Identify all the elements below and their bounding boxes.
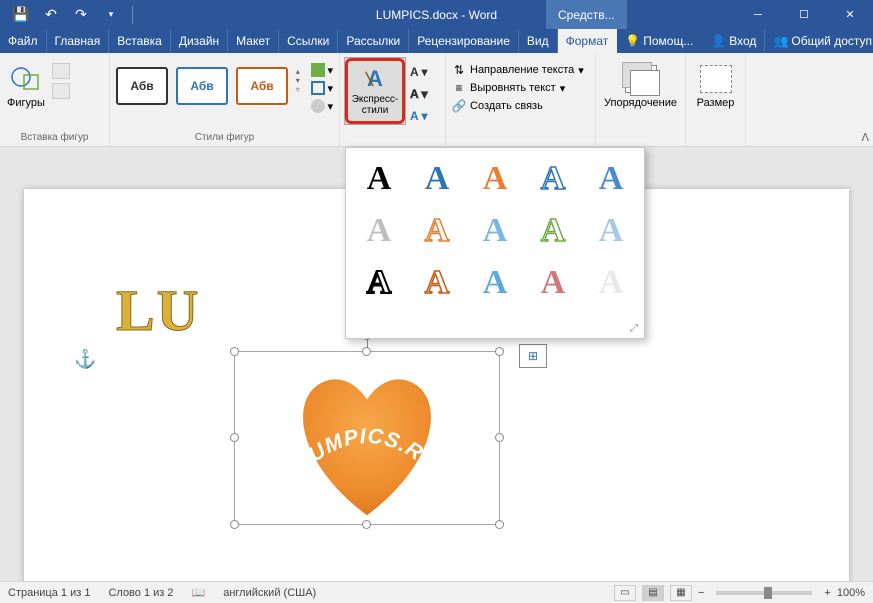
view-print-button[interactable]: ▤ bbox=[642, 585, 664, 601]
group-label-insert: Вставка фигур bbox=[0, 130, 109, 146]
shapes-button[interactable]: Фигуры bbox=[6, 57, 46, 117]
maximize-button[interactable]: ☐ bbox=[781, 0, 827, 29]
text-box-button[interactable] bbox=[52, 83, 70, 99]
style-preset-3[interactable]: Абв bbox=[236, 67, 288, 105]
tab-review[interactable]: Рецензирование bbox=[409, 29, 519, 53]
tab-home[interactable]: Главная bbox=[47, 29, 110, 53]
undo-button[interactable]: ↶ bbox=[38, 3, 64, 27]
wordart-style-13[interactable]: A bbox=[476, 264, 514, 302]
zoom-slider[interactable] bbox=[716, 591, 812, 595]
wordart-style-3[interactable]: A bbox=[476, 160, 514, 198]
text-outline-button[interactable]: A ▾ bbox=[410, 85, 432, 103]
wordart-text-partial: LU bbox=[116, 277, 201, 344]
contextual-tools-label: Средств... bbox=[546, 0, 627, 29]
status-proofing-icon[interactable]: 📖 bbox=[192, 586, 206, 599]
shape-fill-button[interactable]: ▾ bbox=[311, 63, 333, 77]
status-words[interactable]: Слово 1 из 2 bbox=[108, 587, 173, 599]
resize-handle-mr[interactable] bbox=[495, 433, 504, 442]
text-fill-button[interactable]: A ▾ bbox=[410, 63, 432, 81]
layout-options-button[interactable]: ⊞ bbox=[519, 344, 547, 368]
wordart-style-7[interactable]: A bbox=[418, 212, 456, 250]
share-button[interactable]: 👥Общий доступ bbox=[765, 29, 873, 53]
wordart-quick-styles-button[interactable]: A╲ Экспресс- стили bbox=[344, 57, 406, 125]
ribbon: Фигуры Вставка фигур Абв Абв Абв ▴▾▿ ▾ ▾… bbox=[0, 53, 873, 147]
save-button[interactable]: 💾 bbox=[8, 3, 34, 27]
zoom-level[interactable]: 100% bbox=[837, 587, 865, 599]
create-link-button[interactable]: 🔗Создать связь bbox=[452, 99, 584, 113]
redo-button[interactable]: ↷ bbox=[68, 3, 94, 27]
shape-effects-button[interactable]: ▾ bbox=[311, 99, 333, 113]
collapse-ribbon-button[interactable]: ᐱ bbox=[861, 131, 869, 144]
tab-help[interactable]: 💡Помощ... bbox=[617, 29, 701, 53]
wordart-style-9[interactable]: A bbox=[534, 212, 572, 250]
wordart-style-15[interactable]: A bbox=[592, 264, 630, 302]
style-preset-2[interactable]: Абв bbox=[176, 67, 228, 105]
group-wordart-styles: A╲ Экспресс- стили A ▾ A ▾ A ▾ bbox=[340, 53, 446, 146]
close-button[interactable]: ✕ bbox=[827, 0, 873, 29]
resize-handle-tr[interactable] bbox=[495, 347, 504, 356]
group-arrange: Упорядочение bbox=[596, 53, 686, 146]
wordart-style-12[interactable]: A bbox=[418, 264, 456, 302]
size-button[interactable]: Размер bbox=[692, 57, 739, 117]
group-label-styles: Стили фигур bbox=[110, 130, 339, 146]
text-direction-button[interactable]: ⇅Направление текста ▾ bbox=[452, 63, 584, 77]
wordart-style-5[interactable]: A bbox=[592, 160, 630, 198]
resize-handle-tm[interactable] bbox=[362, 347, 371, 356]
heart-shape[interactable]: LUMPICS.RU bbox=[264, 361, 470, 525]
group-insert-shapes: Фигуры Вставка фигур bbox=[0, 53, 110, 146]
group-shape-styles: Абв Абв Абв ▴▾▿ ▾ ▾ ▾ Стили фигур bbox=[110, 53, 340, 146]
wordart-styles-dropdown: A A A A A A A A A A A A A A A ⤢ bbox=[345, 147, 645, 339]
size-icon bbox=[700, 65, 732, 93]
resize-handle-tl[interactable] bbox=[230, 347, 239, 356]
shape-outline-button[interactable]: ▾ bbox=[311, 81, 333, 95]
wordart-style-6[interactable]: A bbox=[360, 212, 398, 250]
gallery-more-button[interactable]: ▴▾▿ bbox=[292, 67, 303, 94]
resize-handle-bl[interactable] bbox=[230, 520, 239, 529]
wordart-style-4[interactable]: A bbox=[534, 160, 572, 198]
tab-design[interactable]: Дизайн bbox=[171, 29, 228, 53]
tab-format[interactable]: Формат bbox=[558, 29, 618, 53]
wordart-style-11[interactable]: A bbox=[360, 264, 398, 302]
group-text: ⇅Направление текста ▾ ≡Выровнять текст ▾… bbox=[446, 53, 596, 146]
wordart-style-8[interactable]: A bbox=[476, 212, 514, 250]
wordart-style-2[interactable]: A bbox=[418, 160, 456, 198]
style-preset-1[interactable]: Абв bbox=[116, 67, 168, 105]
edit-shape-button[interactable] bbox=[52, 63, 70, 79]
wordart-style-14[interactable]: A bbox=[534, 264, 572, 302]
tab-file[interactable]: Файл bbox=[0, 29, 47, 53]
view-read-button[interactable]: ▭ bbox=[614, 585, 636, 601]
tab-references[interactable]: Ссылки bbox=[279, 29, 338, 53]
align-text-button[interactable]: ≡Выровнять текст ▾ bbox=[452, 81, 584, 95]
minimize-button[interactable]: ─ bbox=[735, 0, 781, 29]
ribbon-tabs: Файл Главная Вставка Дизайн Макет Ссылки… bbox=[0, 29, 873, 53]
signin-button[interactable]: 👤Вход bbox=[703, 29, 765, 53]
arrange-icon bbox=[625, 65, 657, 93]
resize-handle-ml[interactable] bbox=[230, 433, 239, 442]
title-bar: 💾 ↶ ↷ ▾ LUMPICS.docx - Word Средств... ─… bbox=[0, 0, 873, 29]
zoom-in-button[interactable]: + bbox=[824, 587, 830, 599]
view-web-button[interactable]: ▦ bbox=[670, 585, 692, 601]
wordart-style-10[interactable]: A bbox=[592, 212, 630, 250]
tab-view[interactable]: Вид bbox=[519, 29, 558, 53]
zoom-out-button[interactable]: − bbox=[698, 587, 704, 599]
tab-layout[interactable]: Макет bbox=[228, 29, 279, 53]
wordart-icon: A╲ bbox=[367, 66, 383, 92]
qat-customize[interactable]: ▾ bbox=[98, 3, 124, 27]
dropdown-expand-icon[interactable]: ⤢ bbox=[630, 323, 638, 334]
tab-insert[interactable]: Вставка bbox=[109, 29, 171, 53]
group-size: Размер bbox=[686, 53, 746, 146]
status-bar: Страница 1 из 1 Слово 1 из 2 📖 английски… bbox=[0, 581, 873, 603]
text-effects-button[interactable]: A ▾ bbox=[410, 107, 432, 125]
resize-handle-br[interactable] bbox=[495, 520, 504, 529]
status-page[interactable]: Страница 1 из 1 bbox=[8, 587, 90, 599]
wordart-style-1[interactable]: A bbox=[360, 160, 398, 198]
status-language[interactable]: английский (США) bbox=[223, 587, 316, 599]
tab-mailings[interactable]: Рассылки bbox=[338, 29, 409, 53]
shape-style-gallery[interactable]: Абв Абв Абв bbox=[116, 67, 288, 105]
quick-access-toolbar: 💾 ↶ ↷ ▾ bbox=[0, 3, 137, 27]
anchor-icon: ⚓ bbox=[74, 349, 96, 370]
arrange-button[interactable]: Упорядочение bbox=[602, 57, 679, 117]
